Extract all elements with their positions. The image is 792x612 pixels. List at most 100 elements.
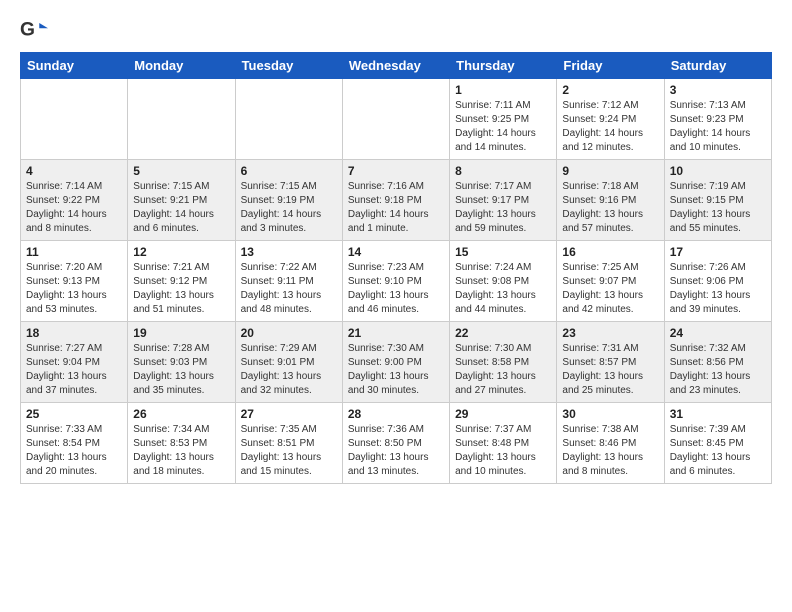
day-info: Sunrise: 7:13 AM Sunset: 9:23 PM Dayligh… <box>670 99 766 155</box>
day-info: Sunrise: 7:20 AM Sunset: 9:13 PM Dayligh… <box>26 261 122 317</box>
day-info: Sunrise: 7:11 AM Sunset: 9:25 PM Dayligh… <box>455 99 551 155</box>
day-number: 22 <box>455 326 551 340</box>
day-info: Sunrise: 7:36 AM Sunset: 8:50 PM Dayligh… <box>348 423 444 479</box>
day-info: Sunrise: 7:35 AM Sunset: 8:51 PM Dayligh… <box>241 423 337 479</box>
day-number: 28 <box>348 407 444 421</box>
day-number: 23 <box>562 326 658 340</box>
calendar-cell <box>342 79 449 160</box>
weekday-header-sunday: Sunday <box>21 53 128 79</box>
day-number: 24 <box>670 326 766 340</box>
calendar-cell: 3 Sunrise: 7:13 AM Sunset: 9:23 PM Daylig… <box>664 79 771 160</box>
weekday-header-wednesday: Wednesday <box>342 53 449 79</box>
day-number: 4 <box>26 164 122 178</box>
calendar-cell: 12 Sunrise: 7:21 AM Sunset: 9:12 PM Dayli… <box>128 241 235 322</box>
calendar-cell: 2Sunrise: 7:12 AM Sunset: 9:24 PM Daylig… <box>557 79 664 160</box>
weekday-header-monday: Monday <box>128 53 235 79</box>
calendar-cell: 11 Sunrise: 7:20 AM Sunset: 9:13 PM Dayli… <box>21 241 128 322</box>
calendar-cell: 15 Sunrise: 7:24 AM Sunset: 9:08 PM Dayli… <box>450 241 557 322</box>
calendar-cell: 14Sunrise: 7:23 AM Sunset: 9:10 PM Dayli… <box>342 241 449 322</box>
day-number: 18 <box>26 326 122 340</box>
calendar-week-row: 1Sunrise: 7:11 AM Sunset: 9:25 PM Daylig… <box>21 79 772 160</box>
calendar-cell: 5Sunrise: 7:15 AM Sunset: 9:21 PM Daylig… <box>128 160 235 241</box>
day-info: Sunrise: 7:34 AM Sunset: 8:53 PM Dayligh… <box>133 423 229 479</box>
calendar-cell: 25 Sunrise: 7:33 AM Sunset: 8:54 PM Dayli… <box>21 403 128 484</box>
day-number: 27 <box>241 407 337 421</box>
day-info: Sunrise: 7:38 AM Sunset: 8:46 PM Dayligh… <box>562 423 658 479</box>
day-number: 25 <box>26 407 122 421</box>
calendar-cell: 31 Sunrise: 7:39 AM Sunset: 8:45 PM Dayli… <box>664 403 771 484</box>
day-info: Sunrise: 7:14 AM Sunset: 9:22 PM Dayligh… <box>26 180 122 236</box>
calendar-cell: 8 Sunrise: 7:17 AM Sunset: 9:17 PM Daylig… <box>450 160 557 241</box>
day-info: Sunrise: 7:27 AM Sunset: 9:04 PM Dayligh… <box>26 342 122 398</box>
day-number: 10 <box>670 164 766 178</box>
day-info: Sunrise: 7:30 AM Sunset: 8:58 PM Dayligh… <box>455 342 551 398</box>
calendar-week-row: 25 Sunrise: 7:33 AM Sunset: 8:54 PM Dayli… <box>21 403 772 484</box>
calendar-cell: 6 Sunrise: 7:15 AM Sunset: 9:19 PM Daylig… <box>235 160 342 241</box>
calendar-cell: 20 Sunrise: 7:29 AM Sunset: 9:01 PM Dayli… <box>235 322 342 403</box>
day-info: Sunrise: 7:21 AM Sunset: 9:12 PM Dayligh… <box>133 261 229 317</box>
page-header: G <box>20 16 772 44</box>
day-info: Sunrise: 7:26 AM Sunset: 9:06 PM Dayligh… <box>670 261 766 317</box>
day-info: Sunrise: 7:15 AM Sunset: 9:19 PM Dayligh… <box>241 180 337 236</box>
calendar-cell: 28 Sunrise: 7:36 AM Sunset: 8:50 PM Dayli… <box>342 403 449 484</box>
day-number: 19 <box>133 326 229 340</box>
day-number: 7 <box>348 164 444 178</box>
calendar-cell: 7Sunrise: 7:16 AM Sunset: 9:18 PM Daylig… <box>342 160 449 241</box>
svg-text:G: G <box>20 19 35 40</box>
day-number: 12 <box>133 245 229 259</box>
day-info: Sunrise: 7:29 AM Sunset: 9:01 PM Dayligh… <box>241 342 337 398</box>
calendar-cell: 27 Sunrise: 7:35 AM Sunset: 8:51 PM Dayli… <box>235 403 342 484</box>
day-info: Sunrise: 7:22 AM Sunset: 9:11 PM Dayligh… <box>241 261 337 317</box>
day-number: 31 <box>670 407 766 421</box>
calendar-cell: 26 Sunrise: 7:34 AM Sunset: 8:53 PM Dayli… <box>128 403 235 484</box>
day-info: Sunrise: 7:12 AM Sunset: 9:24 PM Dayligh… <box>562 99 658 155</box>
day-info: Sunrise: 7:30 AM Sunset: 9:00 PM Dayligh… <box>348 342 444 398</box>
day-number: 30 <box>562 407 658 421</box>
day-info: Sunrise: 7:19 AM Sunset: 9:15 PM Dayligh… <box>670 180 766 236</box>
day-number: 8 <box>455 164 551 178</box>
day-info: Sunrise: 7:39 AM Sunset: 8:45 PM Dayligh… <box>670 423 766 479</box>
day-number: 6 <box>241 164 337 178</box>
calendar-cell: 22 Sunrise: 7:30 AM Sunset: 8:58 PM Dayli… <box>450 322 557 403</box>
calendar-cell: 17 Sunrise: 7:26 AM Sunset: 9:06 PM Dayli… <box>664 241 771 322</box>
day-number: 13 <box>241 245 337 259</box>
day-number: 17 <box>670 245 766 259</box>
calendar-cell: 16 Sunrise: 7:25 AM Sunset: 9:07 PM Dayli… <box>557 241 664 322</box>
weekday-header-thursday: Thursday <box>450 53 557 79</box>
logo-icon: G <box>20 16 48 44</box>
day-info: Sunrise: 7:17 AM Sunset: 9:17 PM Dayligh… <box>455 180 551 236</box>
day-number: 29 <box>455 407 551 421</box>
logo: G <box>20 16 52 44</box>
day-number: 21 <box>348 326 444 340</box>
calendar-cell: 30 Sunrise: 7:38 AM Sunset: 8:46 PM Dayli… <box>557 403 664 484</box>
day-info: Sunrise: 7:32 AM Sunset: 8:56 PM Dayligh… <box>670 342 766 398</box>
day-info: Sunrise: 7:31 AM Sunset: 8:57 PM Dayligh… <box>562 342 658 398</box>
weekday-header-friday: Friday <box>557 53 664 79</box>
day-number: 16 <box>562 245 658 259</box>
calendar-week-row: 4 Sunrise: 7:14 AM Sunset: 9:22 PM Daylig… <box>21 160 772 241</box>
day-info: Sunrise: 7:18 AM Sunset: 9:16 PM Dayligh… <box>562 180 658 236</box>
day-number: 26 <box>133 407 229 421</box>
calendar-cell: 4 Sunrise: 7:14 AM Sunset: 9:22 PM Daylig… <box>21 160 128 241</box>
calendar-week-row: 11 Sunrise: 7:20 AM Sunset: 9:13 PM Dayli… <box>21 241 772 322</box>
calendar-cell: 23 Sunrise: 7:31 AM Sunset: 8:57 PM Dayli… <box>557 322 664 403</box>
calendar-cell: 21 Sunrise: 7:30 AM Sunset: 9:00 PM Dayli… <box>342 322 449 403</box>
calendar-week-row: 18 Sunrise: 7:27 AM Sunset: 9:04 PM Dayli… <box>21 322 772 403</box>
day-info: Sunrise: 7:25 AM Sunset: 9:07 PM Dayligh… <box>562 261 658 317</box>
calendar-cell: 24 Sunrise: 7:32 AM Sunset: 8:56 PM Dayli… <box>664 322 771 403</box>
day-info: Sunrise: 7:24 AM Sunset: 9:08 PM Dayligh… <box>455 261 551 317</box>
day-number: 20 <box>241 326 337 340</box>
weekday-header-tuesday: Tuesday <box>235 53 342 79</box>
calendar-table: SundayMondayTuesdayWednesdayThursdayFrid… <box>20 52 772 484</box>
day-number: 3 <box>670 83 766 97</box>
day-number: 9 <box>562 164 658 178</box>
weekday-header-saturday: Saturday <box>664 53 771 79</box>
calendar-cell <box>235 79 342 160</box>
day-number: 11 <box>26 245 122 259</box>
calendar-cell: 13 Sunrise: 7:22 AM Sunset: 9:11 PM Dayli… <box>235 241 342 322</box>
day-info: Sunrise: 7:15 AM Sunset: 9:21 PM Dayligh… <box>133 180 229 236</box>
day-info: Sunrise: 7:33 AM Sunset: 8:54 PM Dayligh… <box>26 423 122 479</box>
day-number: 15 <box>455 245 551 259</box>
calendar-cell: 9 Sunrise: 7:18 AM Sunset: 9:16 PM Daylig… <box>557 160 664 241</box>
calendar-cell: 10 Sunrise: 7:19 AM Sunset: 9:15 PM Dayli… <box>664 160 771 241</box>
